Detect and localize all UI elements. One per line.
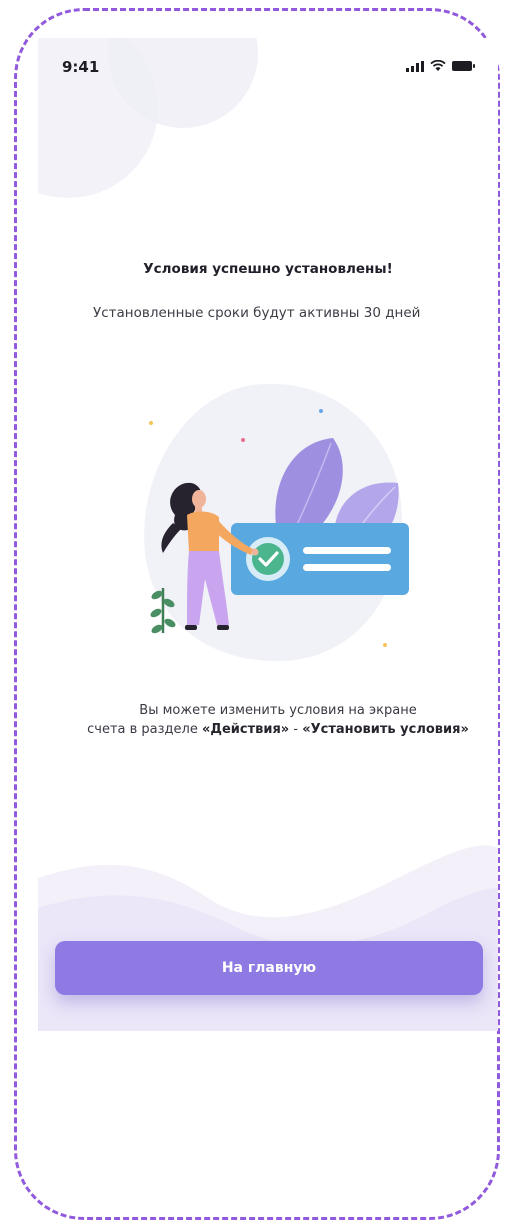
woman-hand — [251, 548, 259, 556]
status-bar: 9:41 — [38, 38, 498, 98]
sparkle-dot — [383, 643, 387, 647]
signal-icon — [406, 60, 424, 72]
card-line-2 — [303, 564, 391, 571]
card-line-1 — [303, 547, 391, 554]
success-screen: 9:41 Условия успешно установлены! Устано… — [38, 38, 498, 1031]
success-illustration — [144, 383, 409, 662]
woman-face — [192, 490, 206, 508]
bottom-decor-wave — [38, 845, 498, 1031]
success-subtitle: Установленные сроки будут активны 30 дне… — [93, 305, 421, 321]
info-set-conditions: «Установить условия» — [302, 722, 469, 737]
success-title: Условия успешно установлены! — [143, 261, 393, 277]
woman-torso — [187, 511, 219, 553]
info-separator: - — [289, 722, 303, 737]
plant-leaf — [150, 608, 162, 618]
status-time: 9:41 — [62, 58, 100, 76]
info-actions-link: «Действия» — [201, 722, 290, 737]
sparkle-dot — [241, 438, 245, 442]
sparkle-dot — [149, 421, 153, 425]
sparkle-dot — [319, 409, 323, 413]
check-badge — [252, 543, 284, 575]
info-line-2-prefix: счета в разделе — [87, 722, 202, 737]
wifi-icon — [430, 60, 446, 71]
info-text: Вы можете изменить условия на экране сче… — [78, 701, 478, 739]
home-button[interactable]: На главную — [55, 941, 483, 995]
battery-icon — [452, 61, 475, 71]
woman-shoe-left — [185, 625, 197, 630]
info-line-1: Вы можете изменить условия на экране — [139, 703, 417, 718]
woman-shoe-right — [217, 625, 229, 630]
status-icons — [406, 60, 476, 72]
